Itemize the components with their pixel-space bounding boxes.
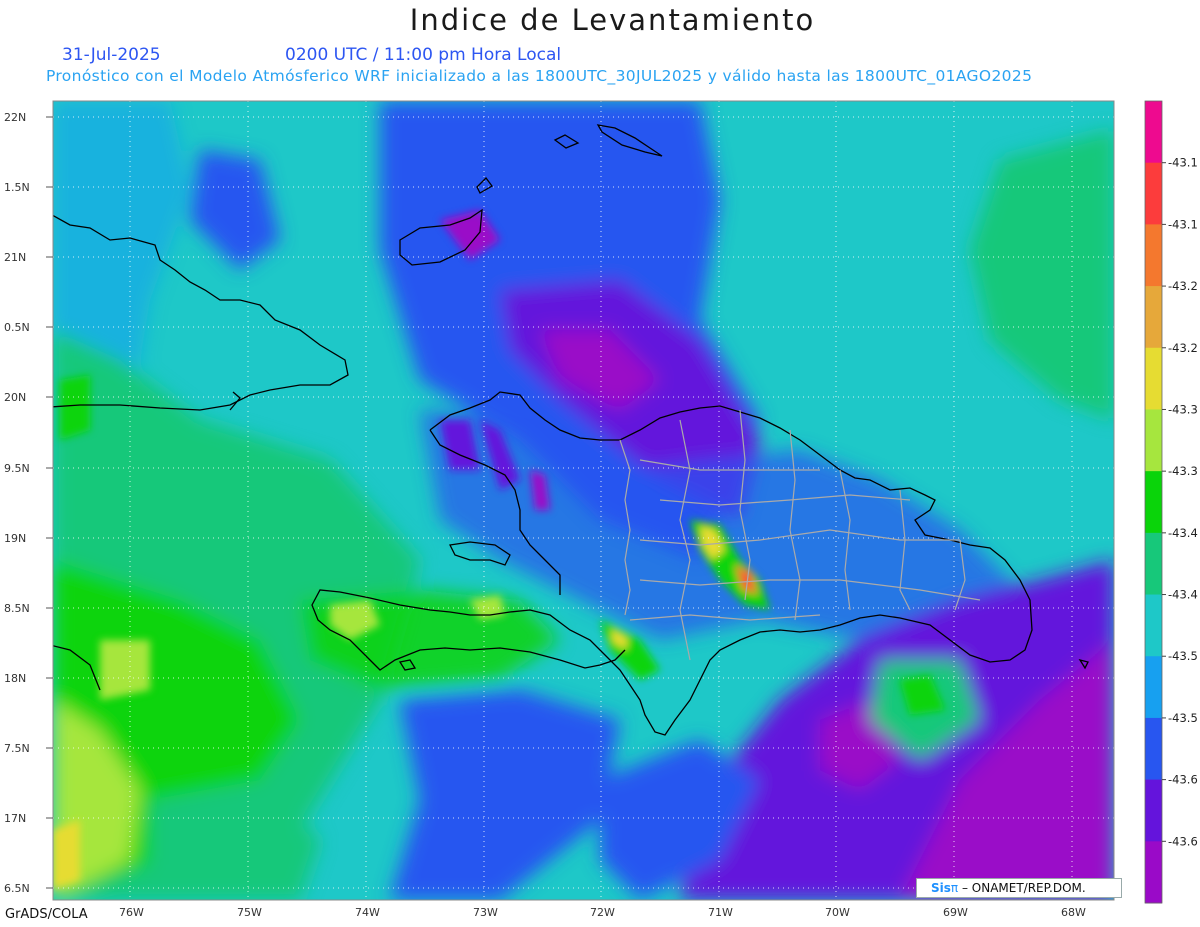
lat-label: 9.5N: [4, 462, 30, 475]
lon-label: 69W: [943, 906, 968, 919]
colorbar-label: -43.4: [1168, 588, 1198, 602]
colorbar-swatch: [1145, 286, 1162, 349]
lifted-index-map: 22N 1.5N 21N 0.5N 20N 9.5N 19N 8.5N 18N …: [4, 100, 1198, 919]
software-credit: GrADS/COLA: [5, 907, 88, 922]
lon-label: 72W: [590, 906, 615, 919]
colorbar-label: -43.5: [1168, 711, 1198, 725]
sispi-logo: Sis: [931, 881, 951, 895]
latitude-axis: 22N 1.5N 21N 0.5N 20N 9.5N 19N 8.5N 18N …: [4, 111, 53, 895]
colorbar-swatch: [1145, 347, 1162, 410]
lat-label: 18N: [4, 672, 26, 685]
colorbar-swatch: [1145, 594, 1162, 657]
colorbar-label: -43.6: [1168, 773, 1198, 787]
lat-label: 19N: [4, 532, 26, 545]
onamet-credit: Sisπ – ONAMET/REP.DOM.: [916, 878, 1122, 898]
colorbar-swatch: [1145, 101, 1162, 164]
lon-label: 70W: [825, 906, 850, 919]
colorbar-label: -43.1: [1168, 217, 1198, 231]
colorbar-swatch: [1145, 717, 1162, 781]
lat-label: 0.5N: [4, 321, 30, 334]
colorbar-label: -43.2: [1168, 279, 1198, 293]
lat-label: 7.5N: [4, 742, 30, 755]
colorbar-swatch: [1145, 779, 1162, 842]
lat-label: 1.5N: [4, 181, 30, 194]
colorbar-swatch: [1145, 224, 1162, 287]
lon-label: 71W: [708, 906, 733, 919]
colorbar-label: -43.5: [1168, 649, 1198, 663]
colorbar-label: -43.2: [1168, 341, 1198, 355]
longitude-axis: 76W 75W 74W 73W 72W 71W 70W 69W 68W: [119, 906, 1086, 919]
colorbar-label: -43.3: [1168, 464, 1198, 478]
lat-label: 22N: [4, 111, 26, 124]
credit-org: – ONAMET/REP.DOM.: [961, 881, 1086, 895]
colorbar-swatch: [1145, 841, 1162, 904]
lat-label: 20N: [4, 391, 26, 404]
lon-label: 74W: [355, 906, 380, 919]
pi-symbol: π: [950, 881, 959, 895]
lon-label: 76W: [119, 906, 144, 919]
lat-label: 6.5N: [4, 882, 30, 895]
lifted-index-field: [53, 101, 1114, 900]
colorbar-swatches: [1145, 101, 1162, 904]
colorbar: -43.1 -43.1 -43.2 -43.2 -43.3 -43.3 -43.4 -43.4…: [1144, 100, 1198, 904]
colorbar-label: -43.6: [1168, 834, 1198, 848]
lat-label: 17N: [4, 812, 26, 825]
colorbar-label: -43.3: [1168, 402, 1198, 416]
colorbar-swatch: [1145, 471, 1162, 534]
colorbar-swatch: [1145, 409, 1162, 472]
colorbar-swatch: [1145, 656, 1162, 719]
colorbar-label: -43.4: [1168, 526, 1198, 540]
lat-label: 8.5N: [4, 602, 30, 615]
colorbar-swatch: [1145, 532, 1162, 596]
lon-label: 68W: [1061, 906, 1086, 919]
lon-label: 73W: [473, 906, 498, 919]
lat-label: 21N: [4, 251, 26, 264]
colorbar-label: -43.1: [1168, 156, 1198, 170]
colorbar-swatch: [1145, 162, 1162, 225]
colorbar-labels: -43.1 -43.1 -43.2 -43.2 -43.3 -43.3 -43.4 -43.4…: [1162, 156, 1198, 848]
lon-label: 75W: [237, 906, 262, 919]
